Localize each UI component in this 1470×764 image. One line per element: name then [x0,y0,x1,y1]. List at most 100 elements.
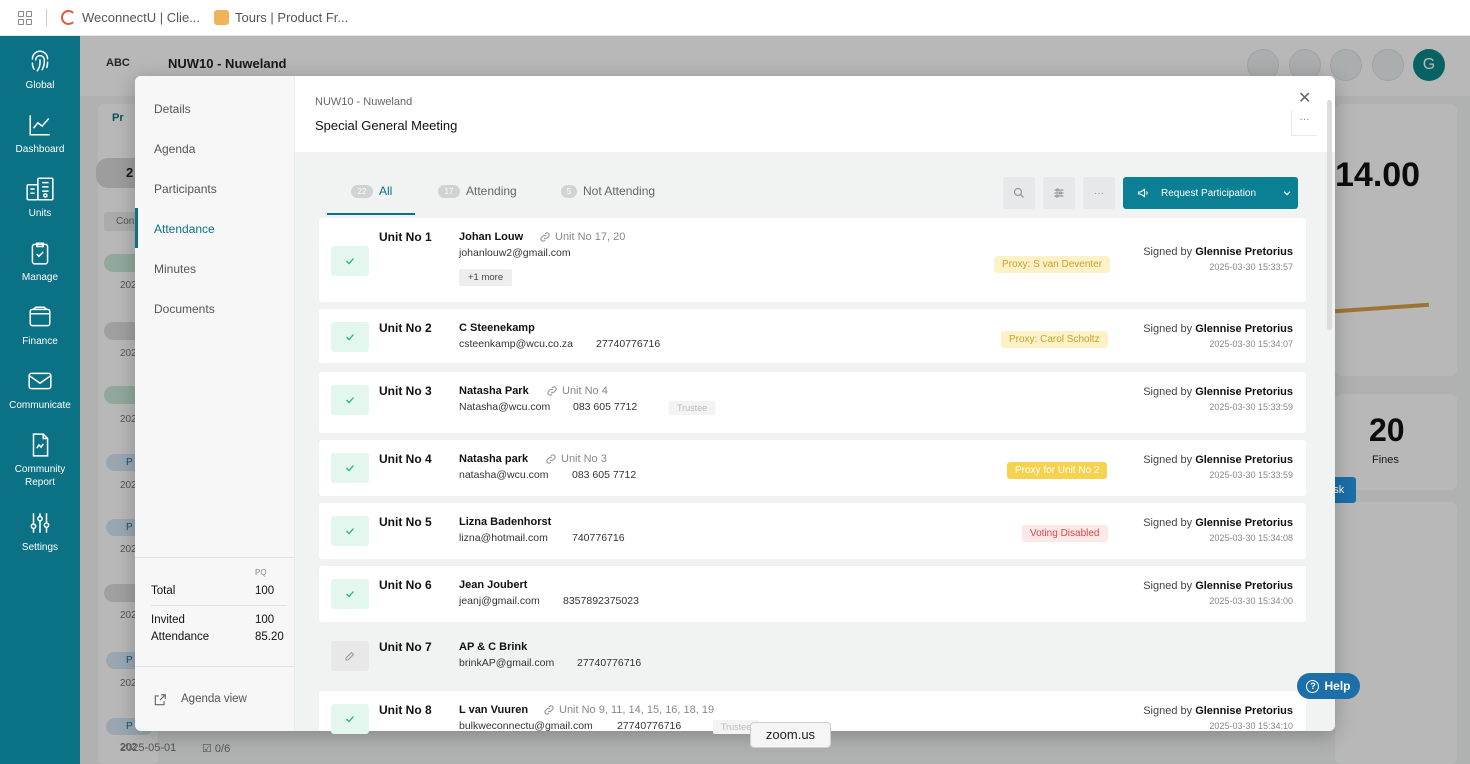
link-icon [546,454,556,464]
table-row[interactable]: Unit No 4 Natasha park Unit No 3 natasha@wc… [319,440,1306,496]
signed-by: Signed by Glennise Pretorius [1143,454,1293,466]
proxy-badge: Proxy: Carol Scholtz [1001,331,1108,348]
proxy-badge: Proxy: S van Deventer [994,256,1111,273]
pencil-icon [345,651,355,661]
modal-header: NUW10 - Nuweland Special General Meeting… [295,76,1335,152]
participant-name: C Steenekamp [459,322,535,334]
total-label: Total [151,585,176,597]
attendance-check-button[interactable] [331,385,369,415]
attendance-check-button[interactable] [331,516,369,546]
breadcrumb: NUW10 - Nuweland [315,96,413,108]
nav-community-report[interactable]: Community Report [0,432,80,489]
signed-timestamp: 2025-03-30 15:34:10 [1209,721,1293,731]
zoom-tooltip: zoom.us [750,722,831,748]
nav-communicate[interactable]: Communicate [0,368,80,412]
tab-all[interactable]: 22 All [351,184,392,198]
participant-phone: 27740776716 [617,720,682,732]
modal-nav-agenda[interactable]: Agenda [154,142,195,156]
participant-email: bulkweconnectu@gmail.com [459,720,593,732]
tours-favicon-icon [214,10,230,25]
participant-name: Natasha park [459,453,529,465]
edit-attendance-button[interactable] [331,641,369,671]
close-icon[interactable]: ✕ [1298,88,1311,108]
attendance-check-button[interactable] [331,246,369,276]
modal-nav-participants[interactable]: Participants [154,182,217,196]
modal-nav-minutes[interactable]: Minutes [154,262,196,276]
agenda-view-link[interactable]: Agenda view [135,666,295,731]
clipboard-check-icon [31,242,49,265]
attendance-check-button[interactable] [331,453,369,483]
chart-line-icon [29,115,50,136]
signer-name: Glennise Pretorius [1195,454,1293,466]
browser-tab-weconnectu[interactable]: WeconnectU | Clie... [61,10,200,25]
attendance-value: 85.20 [255,631,284,643]
tab-count: 22 [351,184,373,198]
table-row[interactable]: Unit No 2 C Steenekamp csteenkamp@wcu.co.z… [319,309,1306,363]
more-options-button[interactable]: ··· [1291,110,1317,136]
participant-phone: 27740776716 [596,338,661,350]
nav-global[interactable]: Global [0,48,80,92]
linked-units[interactable]: Unit No 4 [546,385,608,397]
filter-button[interactable] [1043,177,1075,209]
modal-sidebar: Details Agenda Participants Attendance M… [135,76,295,731]
linked-units[interactable]: Unit No 3 [545,453,607,465]
table-row[interactable]: Unit No 1 Johan Louw Unit No 17, 20 johanlo… [319,218,1306,302]
participant-phone: 083 605 7712 [572,469,637,481]
search-button[interactable] [1003,177,1035,209]
totals-divider [151,605,287,606]
nav-label: Units [28,208,52,219]
nav-manage[interactable]: Manage [0,240,80,284]
agenda-view-label: Agenda view [181,693,247,705]
table-row[interactable]: Unit No 3 Natasha Park Unit No 4 Natasha@wc… [319,372,1306,433]
table-row[interactable]: Unit No 7 AP & C Brink brinkAP@gmail.com 27… [319,628,1306,684]
megaphone-icon [1137,188,1148,198]
linked-units[interactable]: Unit No 17, 20 [539,231,625,243]
tab-separator [46,8,47,27]
unit-number: Unit No 1 [379,230,432,244]
mail-icon [28,372,52,390]
nav-units[interactable]: Units [0,176,80,220]
modal-nav-details[interactable]: Details [154,102,191,116]
link-icon [547,386,557,396]
participant-name: Jean Joubert [459,579,528,591]
more-units-button[interactable]: +1 more [459,269,513,286]
invited-label: Invited [151,614,185,626]
modal-nav-attendance[interactable]: Attendance [154,222,215,236]
linked-units[interactable]: Unit No 9, 11, 14, 15, 16, 18, 19 [543,704,714,716]
signed-prefix: Signed by [1143,323,1193,335]
request-participation-button[interactable]: Request Participation [1123,177,1298,209]
signed-prefix: Signed by [1143,246,1193,258]
table-row[interactable]: Unit No 6 Jean Joubert jeanj@gmail.com 8357… [319,566,1306,622]
participant-phone: 27740776716 [577,657,642,669]
chevron-down-icon[interactable] [1282,188,1292,198]
scrollbar[interactable] [1327,100,1332,330]
table-row[interactable]: Unit No 5 Lizna Badenhorst lizna@hotmail.c… [319,503,1306,559]
attendance-check-button[interactable] [331,704,369,734]
tab-attending[interactable]: 17 Attending [438,184,517,198]
browser-tab-label: Tours | Product Fr... [235,10,349,25]
participant-phone: 8357892375023 [563,595,639,607]
help-button[interactable]: ? Help [1297,673,1360,699]
more-tools-button[interactable]: ··· [1083,177,1115,209]
signed-by: Signed by Glennise Pretorius [1143,323,1293,335]
signed-by: Signed by Glennise Pretorius [1143,705,1293,717]
attendance-check-button[interactable] [331,322,369,352]
attendance-check-button[interactable] [331,579,369,609]
nav-label: Global [25,80,55,91]
nav-dashboard[interactable]: Dashboard [0,112,80,156]
tab-label: All [379,184,393,198]
browser-tab-tours[interactable]: Tours | Product Fr... [214,10,348,25]
tab-not-attending[interactable]: 5 Not Attending [561,184,655,198]
unit-number: Unit No 5 [379,515,432,529]
participant-phone: 083 605 7712 [573,401,638,413]
unit-number: Unit No 2 [379,321,432,335]
signer-name: Glennise Pretorius [1195,246,1293,258]
nav-settings[interactable]: Settings [0,510,80,554]
linked-units-label: Unit No 9, 11, 14, 15, 16, 18, 19 [559,704,715,716]
nav-finance[interactable]: Finance [0,304,80,348]
modal-nav-documents[interactable]: Documents [154,302,215,316]
participant-phone: 740776716 [572,532,625,544]
unit-number: Unit No 3 [379,384,432,398]
nav-label: Settings [21,542,59,553]
apps-grid-icon[interactable] [18,10,32,25]
